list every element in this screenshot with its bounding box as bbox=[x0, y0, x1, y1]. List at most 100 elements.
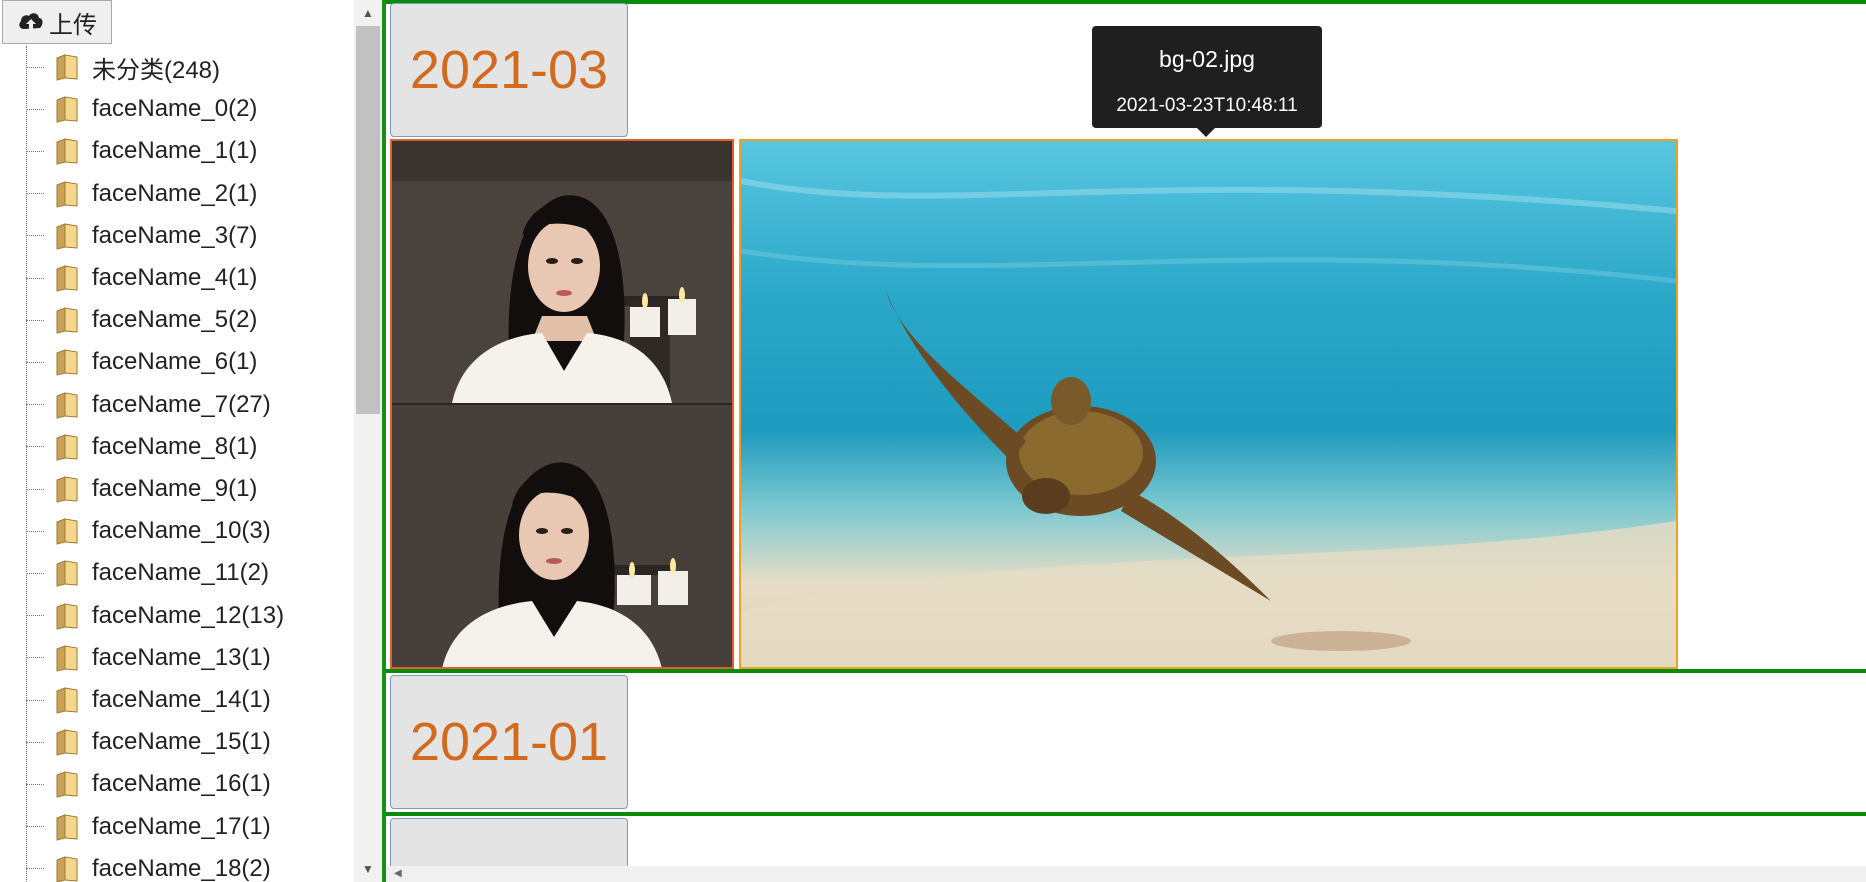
tree-connector bbox=[26, 657, 44, 659]
tree-connector bbox=[26, 783, 44, 785]
tooltip-filename: bg-02.jpg bbox=[1159, 46, 1255, 72]
scroll-up-arrow-icon[interactable]: ▲ bbox=[354, 2, 382, 24]
folder-label: faceName_10(3) bbox=[92, 517, 271, 545]
photo-frame-top bbox=[392, 141, 732, 403]
folder-icon bbox=[54, 53, 80, 81]
folder-icon bbox=[54, 728, 80, 756]
folder-item[interactable]: faceName_10(3) bbox=[26, 510, 271, 552]
tooltip-caret bbox=[1196, 127, 1216, 137]
folder-label: faceName_5(2) bbox=[92, 306, 258, 334]
horizontal-scrollbar[interactable]: ◀ bbox=[386, 866, 1866, 882]
folder-label: faceName_8(1) bbox=[92, 432, 258, 460]
folder-item[interactable]: faceName_1(1) bbox=[26, 130, 257, 172]
folder-icon bbox=[54, 95, 80, 123]
date-group-label: 2021-03 bbox=[409, 40, 609, 100]
folder-item[interactable]: faceName_13(1) bbox=[26, 637, 271, 679]
folder-item[interactable]: faceName_12(13) bbox=[26, 595, 284, 637]
cloud-upload-icon bbox=[17, 8, 45, 36]
folder-label: faceName_14(1) bbox=[92, 686, 271, 713]
tree-connector bbox=[26, 361, 44, 363]
folder-icon bbox=[54, 137, 80, 166]
folder-item[interactable]: faceName_18(2) bbox=[26, 848, 271, 882]
sidebar-scrollbar[interactable]: ▲ ▼ bbox=[354, 0, 382, 882]
folder-label: faceName_18(2) bbox=[92, 854, 271, 882]
folder-label: faceName_2(1) bbox=[92, 179, 258, 207]
turtle-photo bbox=[741, 178, 1676, 667]
folder-item[interactable]: 未分类(248) bbox=[26, 46, 220, 88]
folder-icon bbox=[54, 222, 80, 250]
folder-icon bbox=[54, 264, 80, 292]
photo-timeline: 2021-03 bg-02.jpg 2021-03-23T10:48:11 20… bbox=[386, 0, 1866, 882]
folder-item[interactable]: faceName_0(2) bbox=[26, 88, 257, 130]
tree-connector bbox=[26, 868, 44, 870]
tree-connector bbox=[26, 699, 44, 701]
folder-label: faceName_7(27) bbox=[92, 390, 271, 418]
tree-connector bbox=[26, 66, 44, 68]
folder-icon bbox=[54, 686, 80, 714]
folder-icon bbox=[54, 770, 80, 799]
photo-thumbnail[interactable] bbox=[390, 139, 734, 669]
folder-icon bbox=[54, 180, 80, 208]
tree-connector bbox=[26, 615, 44, 617]
date-group-header[interactable]: 2021-03 bbox=[390, 3, 628, 137]
folder-icon bbox=[54, 306, 80, 334]
folder-label: faceName_13(1) bbox=[92, 643, 271, 671]
tree-connector bbox=[26, 319, 44, 321]
folder-label: faceName_1(1) bbox=[92, 137, 258, 165]
folder-icon bbox=[54, 433, 80, 461]
upload-label: 上传 bbox=[49, 11, 97, 39]
folder-item[interactable]: faceName_5(2) bbox=[26, 299, 257, 341]
folder-icon bbox=[54, 813, 80, 841]
folder-icon bbox=[54, 644, 80, 672]
photo-thumbnail-selected[interactable] bbox=[739, 139, 1678, 669]
tree-connector bbox=[26, 193, 44, 195]
tree-connector bbox=[26, 572, 44, 574]
folder-item[interactable]: faceName_3(7) bbox=[26, 215, 257, 257]
folder-icon bbox=[54, 348, 80, 377]
upload-button[interactable]: 上传 bbox=[2, 0, 112, 44]
tree-connector bbox=[26, 446, 44, 448]
folder-label: faceName_15(1) bbox=[92, 728, 271, 756]
folder-tree: 未分类(248) faceName_0(2) faceName_1(1) faceNa… bbox=[0, 46, 354, 882]
folder-label: faceName_17(1) bbox=[92, 812, 271, 840]
folder-icon bbox=[54, 559, 80, 588]
folder-label: 未分类(248) bbox=[92, 56, 221, 84]
folder-label: faceName_6(1) bbox=[92, 348, 258, 376]
folder-label: faceName_0(2) bbox=[92, 95, 258, 123]
folder-item[interactable]: faceName_16(1) bbox=[26, 763, 271, 805]
folder-item[interactable]: faceName_17(1) bbox=[26, 806, 271, 848]
folder-item[interactable]: faceName_4(1) bbox=[26, 257, 257, 299]
tree-connector bbox=[26, 404, 44, 406]
sidebar-scroll-thumb[interactable] bbox=[356, 26, 380, 414]
tree-connector bbox=[26, 277, 44, 279]
folder-icon bbox=[54, 602, 80, 630]
tree-connector bbox=[26, 150, 44, 152]
scroll-left-arrow-icon[interactable]: ◀ bbox=[394, 868, 402, 879]
photo-frame-bottom bbox=[392, 403, 732, 667]
tree-connector bbox=[26, 488, 44, 490]
tooltip-datetime: 2021-03-23T10:48:11 bbox=[1116, 95, 1298, 116]
folder-icon bbox=[54, 391, 80, 419]
folder-item[interactable]: faceName_15(1) bbox=[26, 721, 271, 763]
folder-icon bbox=[54, 475, 80, 503]
folder-item[interactable]: faceName_14(1) bbox=[26, 679, 271, 721]
folder-item[interactable]: faceName_7(27) bbox=[26, 384, 271, 426]
date-group-label: 2021-01 bbox=[409, 712, 609, 772]
folder-label: faceName_16(1) bbox=[92, 770, 271, 798]
folder-item[interactable]: faceName_8(1) bbox=[26, 426, 257, 468]
folder-icon bbox=[54, 517, 80, 545]
folder-item[interactable]: faceName_6(1) bbox=[26, 341, 257, 383]
folder-label: faceName_4(1) bbox=[92, 264, 258, 291]
folder-label: faceName_11(2) bbox=[92, 559, 269, 587]
folder-item[interactable]: faceName_9(1) bbox=[26, 468, 257, 510]
tree-connector bbox=[26, 826, 44, 828]
folder-icon bbox=[54, 855, 80, 882]
date-group-header[interactable]: 2021-01 bbox=[390, 675, 628, 809]
tree-connector bbox=[26, 235, 44, 237]
folder-item[interactable]: faceName_2(1) bbox=[26, 173, 257, 215]
folder-item[interactable]: faceName_11(2) bbox=[26, 552, 269, 594]
folder-label: faceName_9(1) bbox=[92, 475, 258, 502]
folder-label: faceName_12(13) bbox=[92, 601, 285, 629]
scroll-down-arrow-icon[interactable]: ▼ bbox=[354, 858, 382, 880]
folder-sidebar: 上传 未分类(248) faceName_0(2) faceName_1(1)fac… bbox=[0, 0, 354, 882]
